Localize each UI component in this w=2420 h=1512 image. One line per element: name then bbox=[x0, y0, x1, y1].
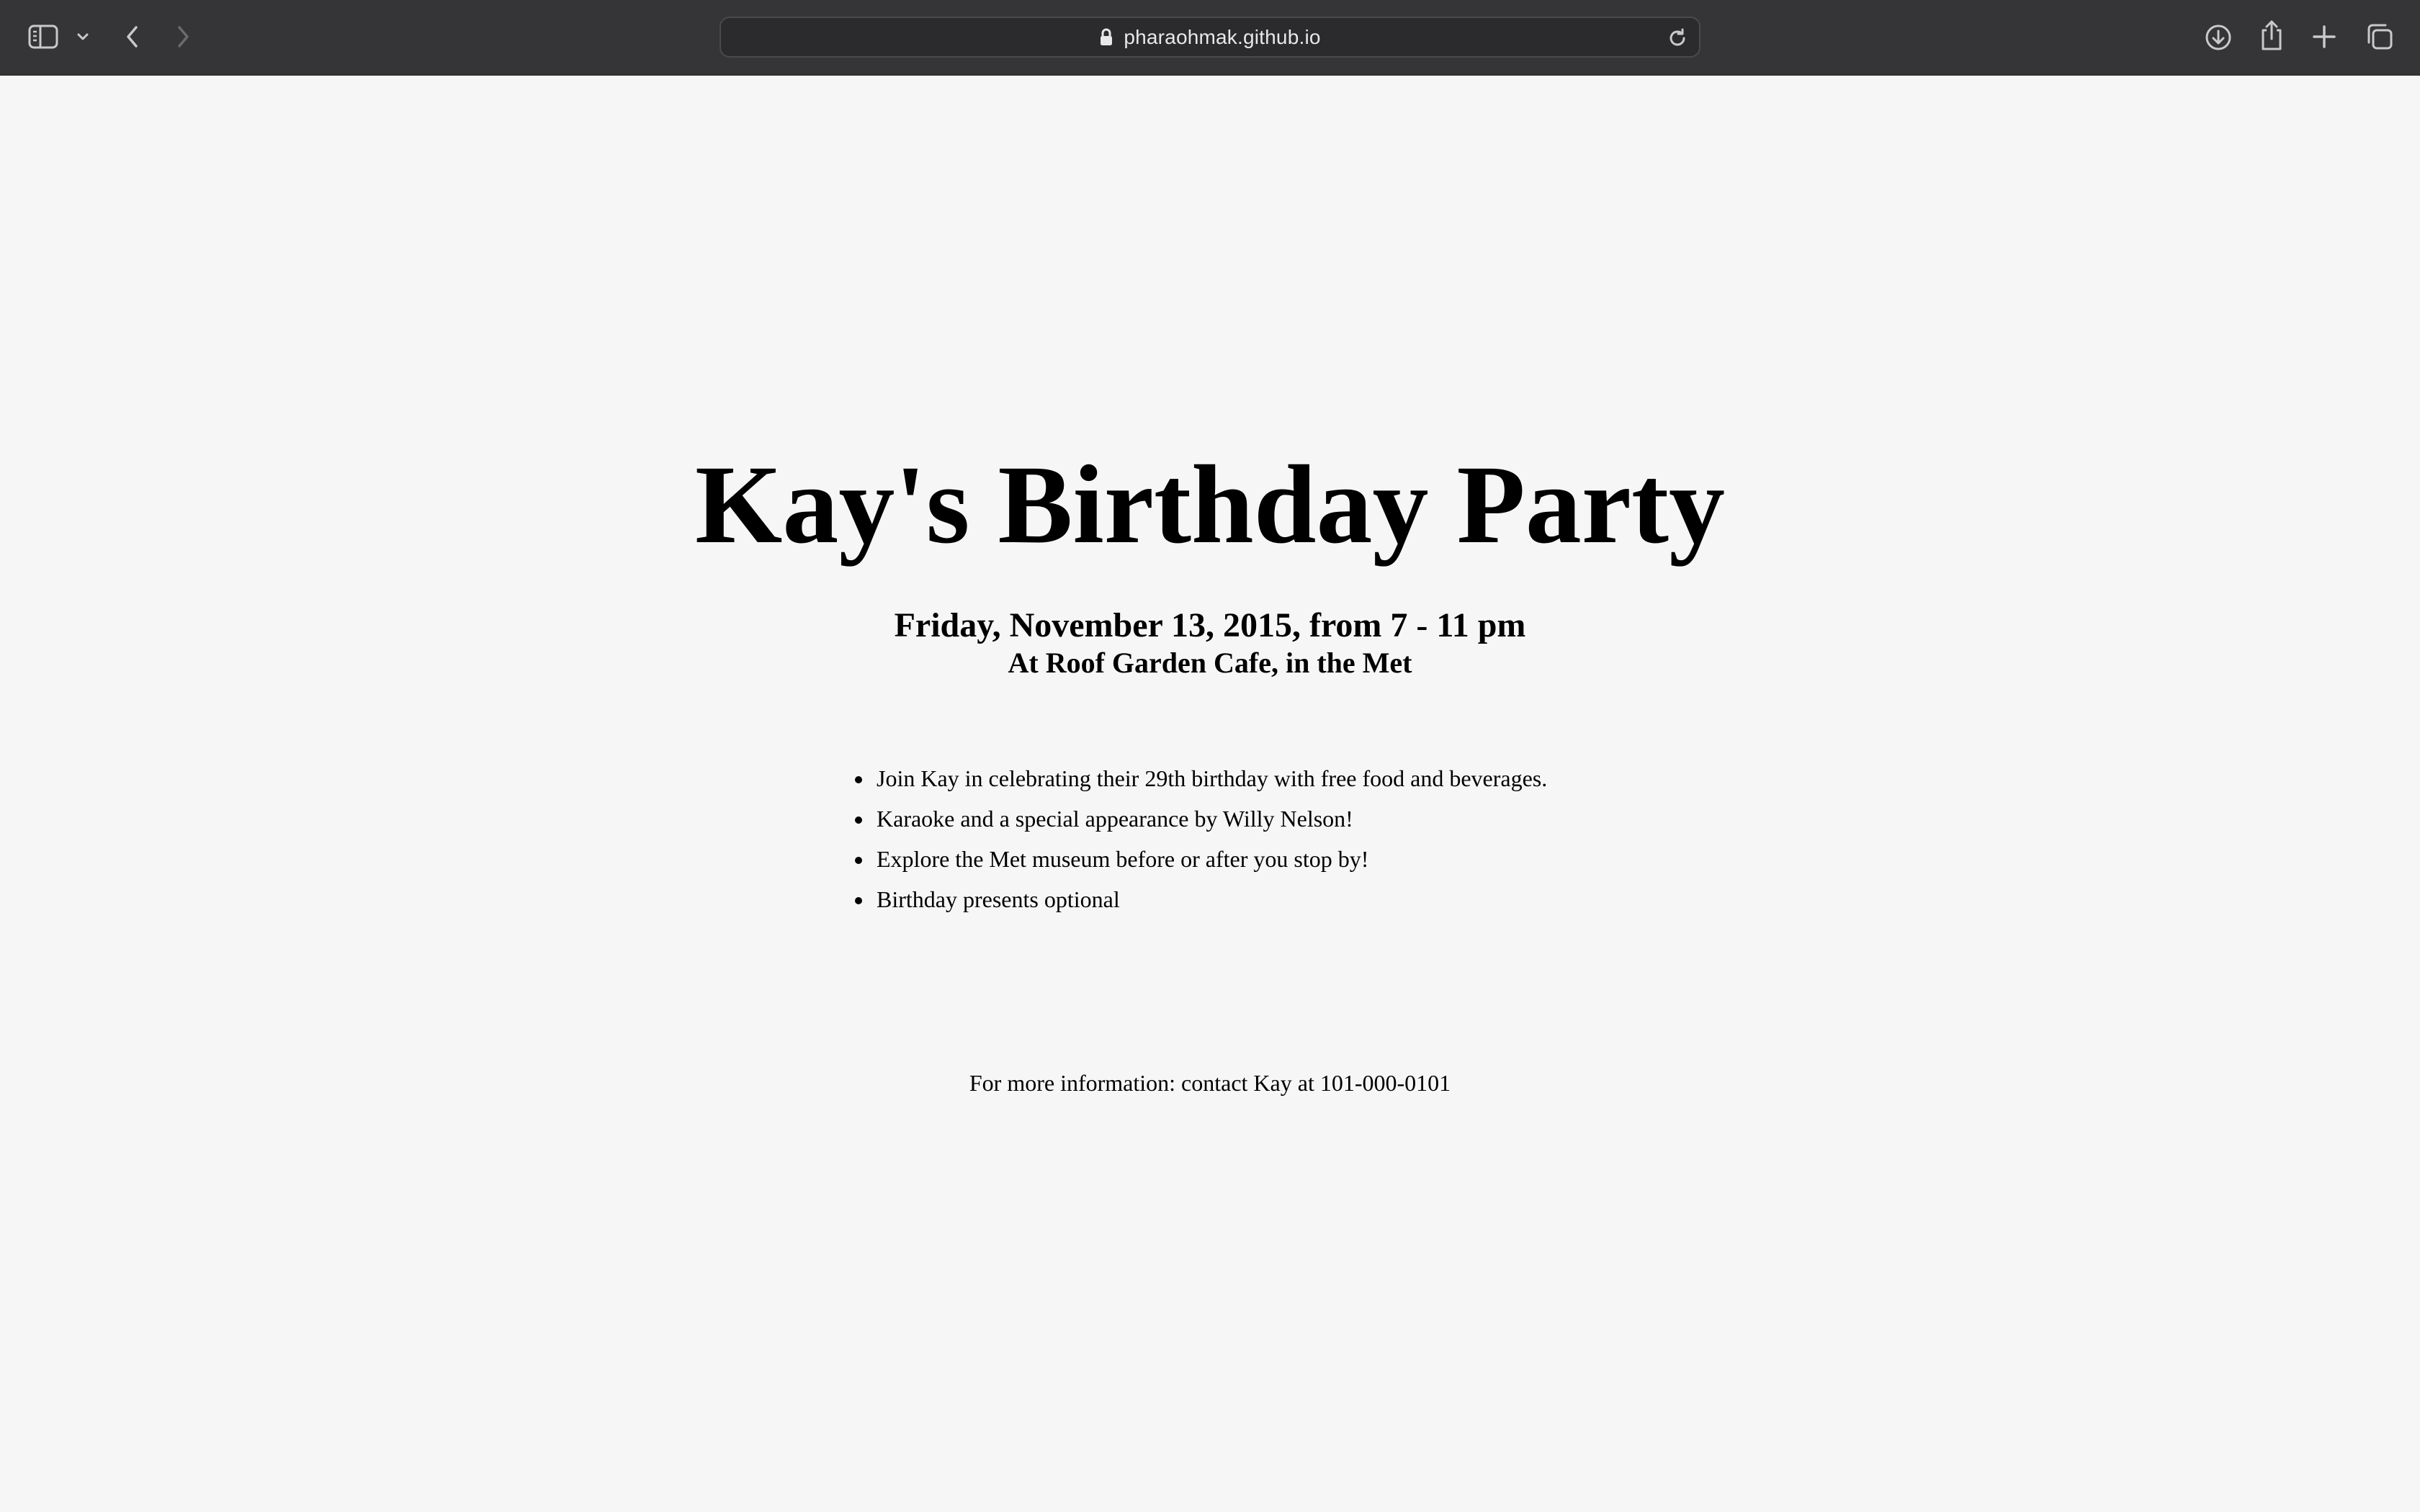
sidebar-icon[interactable] bbox=[26, 20, 62, 53]
url-text[interactable]: pharaohmak.github.io bbox=[1124, 26, 1320, 49]
event-details-list: Join Kay in celebrating their 29th birth… bbox=[874, 758, 1547, 919]
plus-icon[interactable] bbox=[2307, 19, 2341, 55]
chevron-down-icon[interactable] bbox=[72, 24, 94, 49]
list-item: Explore the Met museum before or after y… bbox=[874, 839, 1547, 879]
list-item: Birthday presents optional bbox=[874, 879, 1547, 919]
event-location: At Roof Garden Cafe, in the Met bbox=[1008, 647, 1412, 679]
forward-button[interactable] bbox=[166, 19, 200, 55]
chevron-right-icon bbox=[178, 26, 189, 48]
back-button[interactable] bbox=[115, 19, 150, 55]
tabs-icon[interactable] bbox=[2361, 19, 2398, 55]
chevron-left-icon bbox=[127, 26, 138, 48]
lock-icon bbox=[1099, 27, 1115, 48]
address-bar[interactable]: pharaohmak.github.io bbox=[720, 17, 1700, 58]
reload-icon[interactable] bbox=[1664, 25, 1690, 51]
event-date-time: Friday, November 13, 2015, from 7 - 11 p… bbox=[894, 606, 1526, 644]
browser-toolbar: pharaohmak.github.io bbox=[0, 0, 2420, 76]
contact-info: For more information: contact Kay at 101… bbox=[969, 1070, 1451, 1096]
list-item: Join Kay in celebrating their 29th birth… bbox=[874, 758, 1547, 798]
page-title: Kay's Birthday Party bbox=[695, 442, 1725, 567]
share-icon[interactable] bbox=[2254, 16, 2289, 55]
download-icon[interactable] bbox=[2201, 20, 2236, 55]
list-item: Karaoke and a special appearance by Will… bbox=[874, 798, 1547, 839]
web-page: Kay's Birthday Party Friday, November 13… bbox=[0, 76, 2420, 1512]
